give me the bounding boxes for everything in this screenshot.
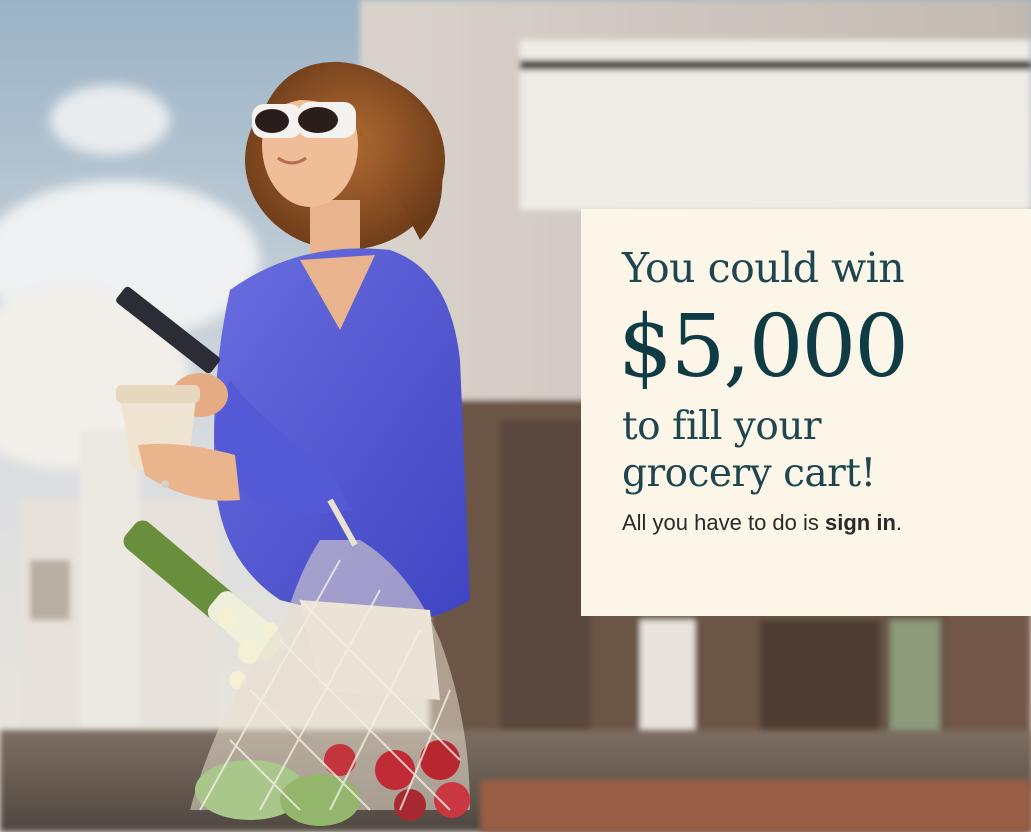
promo-banner[interactable]: You could win $5,000 to fill your grocer… [0,0,1031,832]
promo-card: You could win $5,000 to fill your grocer… [581,209,1031,616]
promo-headline-line3: grocery cart! [622,451,876,496]
promo-headline-line1: You could win [622,244,905,292]
cta-period: . [895,510,903,535]
prize-amount: $5,000 [618,297,909,397]
promo-headline-line2: to fill your [622,404,822,449]
sign-in-link[interactable]: sign in [825,510,896,535]
cta-lead-text: All you have to do is [622,510,826,535]
promo-cta-text: All you have to do is sign in. [622,509,1001,537]
